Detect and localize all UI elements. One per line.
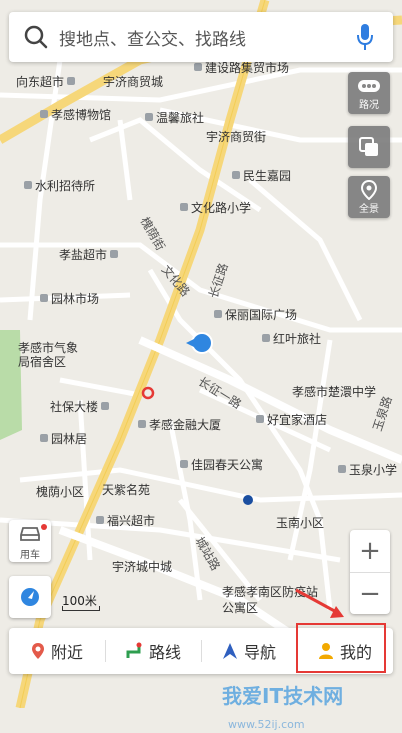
poi-label[interactable]: 福兴超市 [96,514,155,528]
poi-label[interactable]: 温馨旅社 [145,111,204,125]
search-input[interactable]: 搜地点、查公交、找路线 [59,25,355,50]
microphone-icon[interactable] [355,23,375,51]
poi-label[interactable]: 园林市场 [40,292,99,306]
zoom-out-button[interactable]: − [350,573,390,615]
locate-button[interactable] [9,576,51,618]
highlight-box [296,623,386,673]
scale-bar [62,606,100,611]
poi-label[interactable]: 孝感市楚澴中学 [292,385,376,399]
poi-label[interactable]: 槐荫小区 [36,485,84,499]
traffic-icon [358,80,380,92]
poi-label[interactable]: 孝感博物馆 [40,108,111,122]
compass-icon [21,588,39,606]
poi-label[interactable]: 民生嘉园 [232,169,291,183]
poi-label[interactable]: 保丽国际广场 [214,308,297,322]
poi-label[interactable]: 玉南小区 [276,516,324,530]
bus-stop-marker[interactable] [243,495,253,505]
poi-label[interactable]: 红叶旅社 [262,332,321,346]
traffic-button[interactable]: 路况 [348,72,390,114]
route-icon [126,642,142,658]
poi-label[interactable]: 建设路集贸市场 [194,61,289,75]
tab-navigation[interactable]: 导航 [201,628,297,674]
zoom-in-button[interactable]: + [350,530,390,573]
car-service-button[interactable]: 用车 [9,520,51,562]
poi-label[interactable]: 宇济商贸城 [103,75,163,89]
panorama-button[interactable]: 全景 [348,176,390,218]
poi-label[interactable]: 社保大楼 [50,400,112,414]
poi-label[interactable]: 孝感孝南区防疫站公寓区 [222,584,322,616]
poi-label[interactable]: 园林居 [40,432,87,446]
poi-label[interactable]: 向东超市 [16,75,78,89]
poi-label[interactable]: 玉泉小学 [338,463,397,477]
car-icon [20,527,40,541]
layers-button[interactable] [348,126,390,168]
search-icon [24,25,48,49]
pin-icon [31,643,44,659]
tab-nearby[interactable]: 附近 [9,628,105,674]
navigation-arrow-icon [222,643,237,659]
poi-label[interactable]: 水利招待所 [24,179,95,193]
location-pin-icon [360,179,378,201]
watermark: 我爱IT技术网www.52ij.com [222,684,344,731]
notification-dot [41,524,47,530]
poi-label[interactable]: 天紫名苑 [102,483,150,497]
layers-icon [359,137,378,156]
poi-label[interactable]: 文化路小学 [180,201,251,215]
poi-label[interactable]: 宇济商贸街 [206,130,266,144]
current-location-marker[interactable] [191,332,213,354]
tab-route[interactable]: 路线 [105,628,201,674]
zoom-control: + − [350,530,390,614]
poi-label[interactable]: 好宜家酒店 [256,413,327,427]
poi-label[interactable]: 孝盐超市 [59,248,121,262]
poi-label[interactable]: 孝感金融大厦 [138,418,221,432]
search-bar[interactable]: 搜地点、查公交、找路线 [9,12,393,62]
poi-label[interactable]: 佳园春天公寓 [180,458,263,472]
poi-label[interactable]: 宇济城中城 [112,560,172,574]
poi-label[interactable]: 孝感市气象局宿舍区 [18,341,88,369]
